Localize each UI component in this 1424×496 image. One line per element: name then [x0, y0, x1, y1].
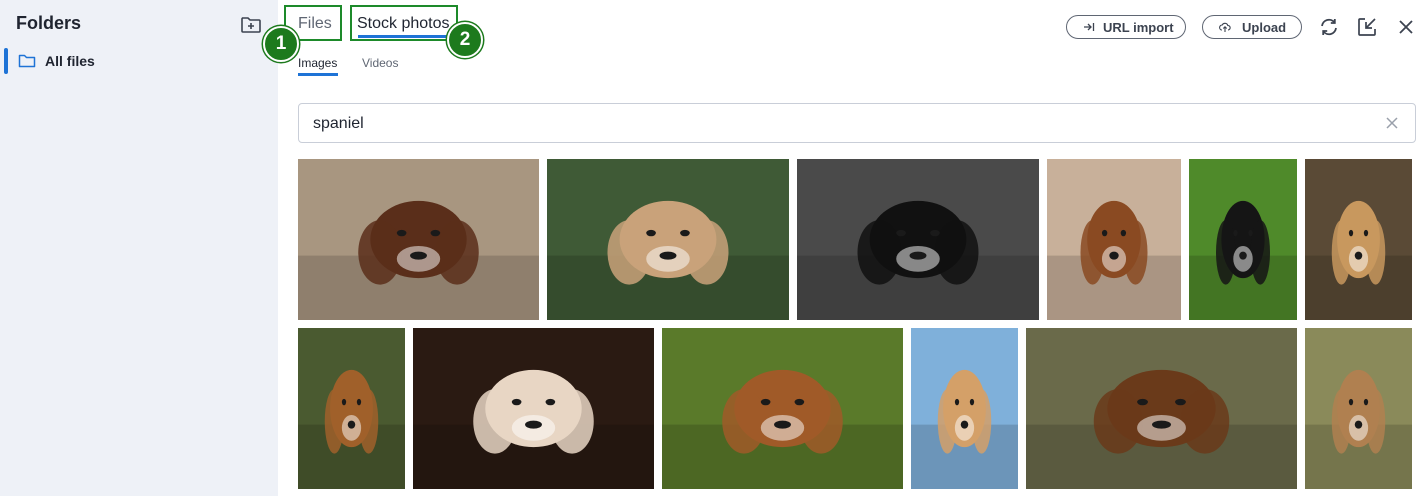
photo-image [1305, 328, 1412, 489]
folder-item-all-files[interactable]: All files [4, 48, 278, 74]
photo-thumbnail[interactable] [1305, 328, 1412, 489]
refresh-icon[interactable] [1318, 16, 1340, 38]
photo-thumbnail[interactable] [1026, 328, 1297, 489]
subtab-videos[interactable]: Videos [362, 56, 398, 70]
annotation-badge-1: 1 [263, 26, 299, 62]
photo-thumbnail[interactable] [547, 159, 789, 320]
media-library-window: Folders All files Files Stock photos 1 2… [0, 0, 1424, 496]
photo-thumbnail[interactable] [298, 159, 539, 320]
import-arrow-icon [1084, 23, 1095, 31]
photo-image [413, 328, 654, 489]
photo-image [662, 328, 903, 489]
photo-image [1189, 159, 1297, 320]
photo-thumbnail[interactable] [1047, 159, 1181, 320]
photo-thumbnail[interactable] [1189, 159, 1297, 320]
photo-image [797, 159, 1039, 320]
search-input[interactable] [313, 114, 1353, 134]
url-import-label: URL import [1103, 20, 1174, 35]
photo-thumbnail[interactable] [298, 328, 405, 489]
photo-image [1305, 159, 1412, 320]
clear-search-icon[interactable] [1385, 116, 1399, 130]
photo-thumbnail[interactable] [1305, 159, 1412, 320]
upload-button[interactable]: Upload [1202, 15, 1302, 39]
photo-thumbnail[interactable] [413, 328, 654, 489]
active-indicator [4, 48, 8, 74]
photo-image [1047, 159, 1181, 320]
active-subtab-underline [298, 73, 338, 76]
photo-image [1026, 328, 1297, 489]
active-tab-underline [358, 35, 450, 38]
close-icon[interactable] [1395, 16, 1417, 38]
photo-image [911, 328, 1018, 489]
search-box [298, 103, 1416, 143]
folder-label: All files [45, 53, 95, 69]
subtab-videos-label: Videos [362, 56, 399, 70]
subtab-images[interactable]: Images [298, 56, 338, 76]
annotation-badge-2: 2 [447, 22, 483, 58]
url-import-button[interactable]: URL import [1066, 15, 1186, 39]
photo-image [547, 159, 789, 320]
photo-thumbnail[interactable] [662, 328, 903, 489]
tab-files-label: Files [298, 15, 332, 32]
photo-thumbnail[interactable] [911, 328, 1018, 489]
upload-label: Upload [1242, 20, 1287, 35]
photo-image [298, 159, 539, 320]
photo-image [298, 328, 405, 489]
collapse-icon[interactable] [1356, 16, 1378, 38]
tab-stock-photos[interactable]: Stock photos [350, 5, 458, 41]
photo-thumbnail[interactable] [797, 159, 1039, 320]
sidebar: Folders All files [0, 0, 278, 496]
sidebar-title: Folders [16, 13, 82, 33]
subtab-images-label: Images [298, 56, 338, 70]
cloud-upload-icon [1219, 22, 1231, 32]
tab-stock-photos-label: Stock photos [357, 15, 450, 32]
new-folder-icon[interactable] [240, 14, 262, 34]
folder-icon [18, 54, 36, 68]
